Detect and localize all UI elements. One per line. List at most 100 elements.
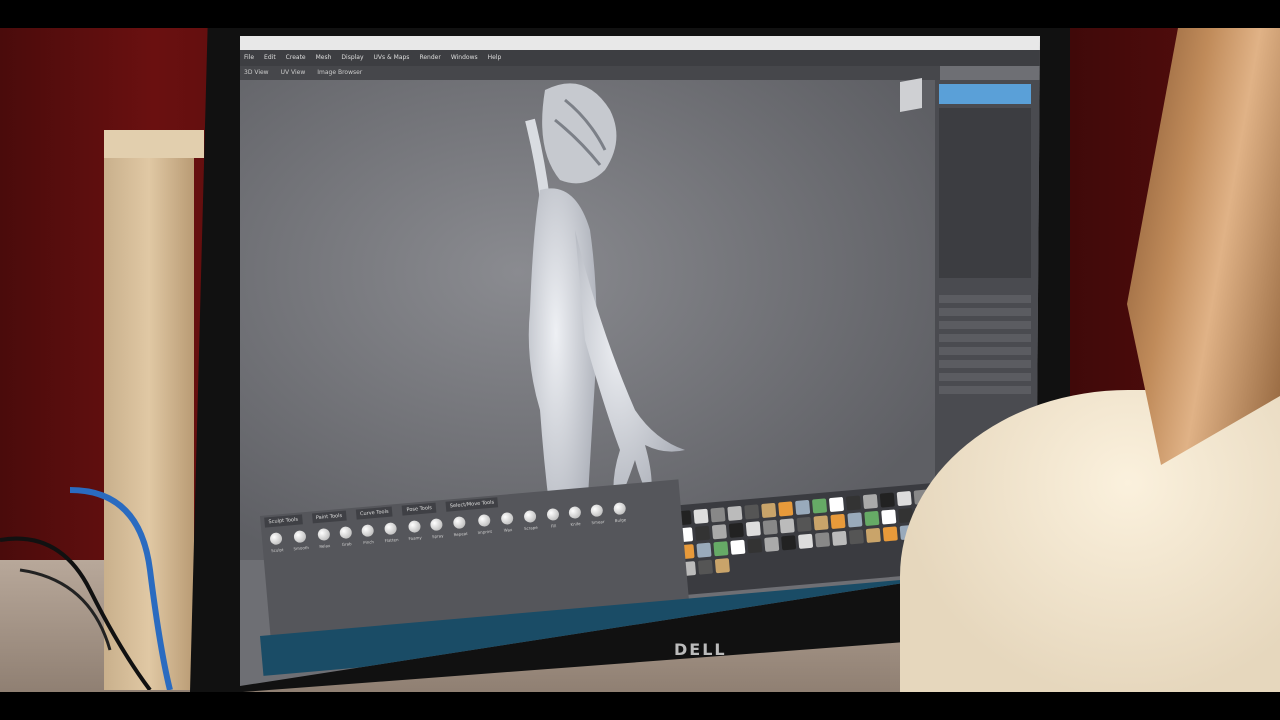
- stamp-thumbnail[interactable]: [745, 521, 761, 537]
- stamp-thumbnail[interactable]: [778, 501, 794, 517]
- stamp-thumbnail[interactable]: [828, 496, 845, 513]
- stamp-thumbnail[interactable]: [710, 507, 726, 523]
- stamp-thumbnail[interactable]: [761, 502, 777, 518]
- view-tab[interactable]: 3D View: [244, 66, 269, 80]
- stamp-thumbnail[interactable]: [781, 535, 797, 551]
- property-row[interactable]: [939, 347, 1031, 355]
- menu-item[interactable]: Windows: [451, 50, 478, 66]
- tool-label: Grab: [341, 541, 352, 547]
- stamp-thumbnail[interactable]: [795, 499, 811, 516]
- view-tab[interactable]: UV View: [281, 66, 306, 80]
- sculpt-tool-button[interactable]: Wax: [500, 511, 514, 533]
- shelf-tab[interactable]: Curve Tools: [355, 506, 394, 520]
- stamp-thumbnail[interactable]: [811, 498, 828, 514]
- stamp-thumbnail[interactable]: [845, 495, 862, 511]
- view-tab[interactable]: Image Browser: [317, 66, 362, 80]
- menu-item[interactable]: Display: [341, 50, 363, 66]
- stamp-thumbnail[interactable]: [693, 508, 709, 524]
- app-titlebar: [240, 36, 1040, 50]
- sculpt-tool-button[interactable]: Imprint: [476, 514, 492, 535]
- stamp-thumbnail[interactable]: [830, 513, 846, 530]
- menu-item[interactable]: Help: [488, 50, 502, 66]
- menu-item[interactable]: Mesh: [316, 50, 332, 66]
- tool-icon: [590, 504, 604, 518]
- stamp-thumbnail[interactable]: [728, 522, 744, 538]
- property-row[interactable]: [939, 295, 1031, 303]
- stamp-thumbnail[interactable]: [713, 541, 729, 557]
- tool-icon: [523, 509, 537, 523]
- sculpt-tool-button[interactable]: Scrape: [522, 509, 538, 531]
- property-row[interactable]: [939, 321, 1031, 329]
- sculpt-tool-button[interactable]: Relax: [317, 528, 331, 549]
- stamp-thumbnail[interactable]: [847, 512, 863, 528]
- letterbox-bottom: [0, 692, 1280, 720]
- menu-item[interactable]: Edit: [264, 50, 276, 66]
- sculpt-tool-button[interactable]: Spray: [430, 518, 444, 539]
- shelf-tab[interactable]: Sculpt Tools: [264, 514, 303, 528]
- stamp-thumbnail[interactable]: [711, 524, 728, 540]
- stamp-thumbnail[interactable]: [864, 510, 880, 527]
- shelf-tab[interactable]: Paint Tools: [311, 510, 347, 524]
- stamp-thumbnail[interactable]: [744, 504, 760, 520]
- shelf-tab[interactable]: Pose Tools: [402, 502, 437, 516]
- tool-icon: [477, 514, 491, 528]
- tool-label: Sculpt: [270, 547, 284, 554]
- stamp-thumbnail[interactable]: [779, 518, 795, 534]
- stamp-thumbnail[interactable]: [696, 542, 712, 558]
- stamp-thumbnail[interactable]: [848, 529, 864, 545]
- stamp-thumbnail[interactable]: [862, 493, 878, 510]
- sculpt-tool-button[interactable]: Pinch: [361, 524, 375, 545]
- cables: [0, 487, 173, 690]
- sculpt-tool-button[interactable]: Smear: [590, 504, 605, 525]
- tool-label: Flatten: [384, 537, 399, 544]
- menu-item[interactable]: UVs & Maps: [374, 50, 410, 66]
- menu-item[interactable]: Create: [286, 50, 306, 66]
- stamp-thumbnail[interactable]: [747, 538, 763, 554]
- sculpt-tool-button[interactable]: Grab: [339, 526, 353, 547]
- menu-item[interactable]: Render: [419, 50, 440, 66]
- stamp-thumbnail[interactable]: [694, 525, 711, 541]
- stamp-thumbnail[interactable]: [882, 526, 898, 542]
- tool-icon: [384, 522, 398, 536]
- stamp-thumbnail[interactable]: [813, 515, 829, 531]
- sculpt-tool-button[interactable]: Repeat: [452, 516, 468, 537]
- sculpt-tool-button[interactable]: Sculpt: [269, 532, 284, 554]
- stamp-thumbnail[interactable]: [798, 533, 814, 549]
- property-row[interactable]: [939, 373, 1031, 381]
- tool-icon: [500, 511, 514, 525]
- tool-icon: [568, 506, 582, 520]
- selected-layer-row[interactable]: [939, 84, 1031, 104]
- menu-item[interactable]: File: [244, 50, 254, 66]
- property-row[interactable]: [939, 334, 1031, 342]
- stamp-thumbnail[interactable]: [730, 539, 746, 555]
- sculpt-tool-button[interactable]: Flatten: [383, 522, 399, 543]
- stamp-thumbnail[interactable]: [879, 492, 895, 508]
- property-row[interactable]: [939, 386, 1031, 394]
- stamp-thumbnail[interactable]: [881, 509, 897, 525]
- property-row[interactable]: [939, 308, 1031, 316]
- sculpt-tool-button[interactable]: Smooth: [292, 530, 309, 551]
- stamp-thumbnail[interactable]: [727, 505, 743, 521]
- stamp-thumbnail[interactable]: [796, 516, 812, 532]
- tool-label: Spray: [431, 533, 444, 540]
- sculpt-tool-button[interactable]: Fill: [546, 507, 560, 529]
- stamp-thumbnail[interactable]: [762, 519, 778, 535]
- stamp-thumbnail[interactable]: [714, 558, 730, 574]
- tool-icon: [612, 502, 626, 516]
- tool-label: Pinch: [363, 539, 375, 546]
- stamp-thumbnail[interactable]: [865, 527, 881, 543]
- tool-label: Foamy: [408, 534, 422, 542]
- stamp-thumbnail[interactable]: [896, 490, 912, 507]
- sculpt-tool-button[interactable]: Foamy: [407, 520, 422, 541]
- property-row[interactable]: [939, 360, 1031, 368]
- tool-label: Fill: [550, 523, 557, 529]
- tool-icon: [430, 518, 444, 532]
- stamp-thumbnail[interactable]: [764, 536, 780, 552]
- sculpt-tool-button[interactable]: Knife: [568, 506, 582, 527]
- stamp-thumbnail[interactable]: [831, 530, 848, 546]
- tool-icon: [269, 532, 283, 546]
- view-cube[interactable]: [900, 78, 922, 112]
- stamp-thumbnail[interactable]: [697, 559, 714, 575]
- stamp-thumbnail[interactable]: [814, 532, 831, 548]
- sculpt-tool-button[interactable]: Bulge: [612, 502, 627, 523]
